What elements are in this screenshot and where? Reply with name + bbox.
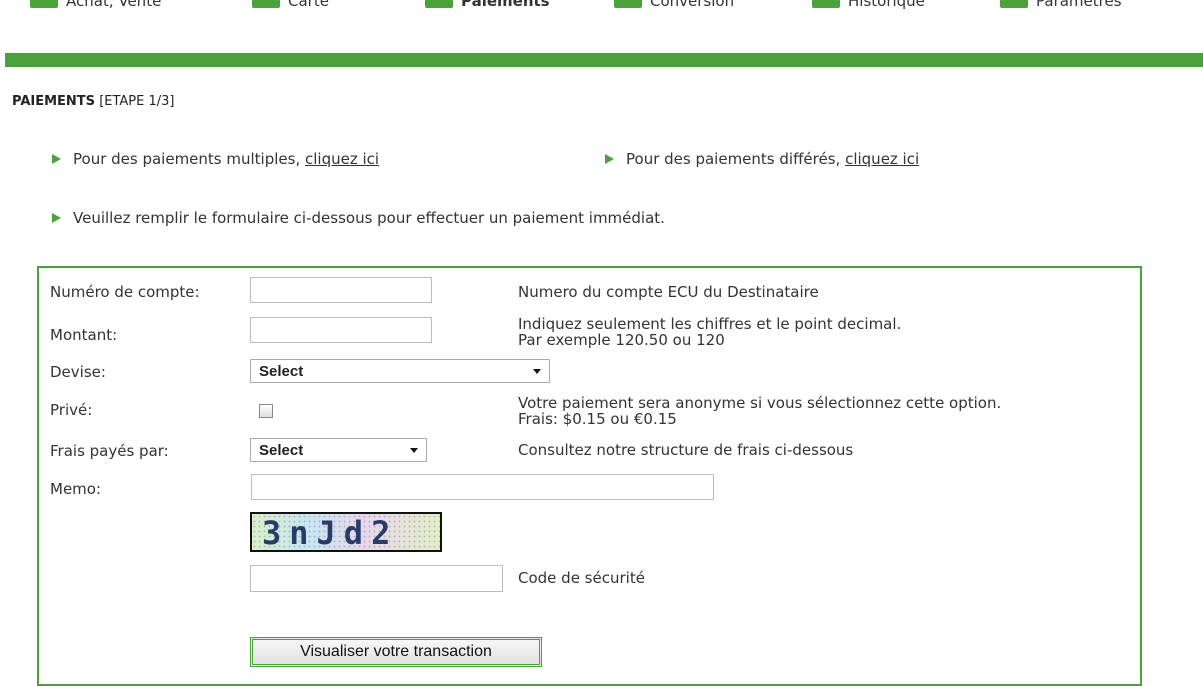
nav-item-conversion[interactable]: Conversion [614,0,734,11]
fees-help: Consultez notre structure de frais ci-de… [518,441,854,459]
memo-input[interactable] [251,474,714,500]
fees-paid-by-label: Frais payés par: [50,442,169,460]
nav-item-achat-vente[interactable]: Achat, Vente [30,0,161,11]
header-divider-bar [5,53,1203,67]
multiple-payments-bullet: Pour des paiements multiples, cliquez ic… [52,150,379,168]
triangle-bullet-icon [52,213,61,223]
captcha-image: 3nJd2 [250,512,442,552]
nav-icon [425,0,453,8]
amount-help-line-1: Indiquez seulement les chiffres et le po… [518,315,902,333]
private-label: Privé: [50,401,93,419]
nav-icon [812,0,840,8]
chevron-down-icon [533,368,541,374]
amount-help-line-2: Par exemple 120.50 ou 120 [518,331,725,349]
nav-label: Achat, Vente [66,0,162,10]
account-number-input[interactable] [250,277,432,303]
account-number-help: Numero du compte ECU du Destinataire [518,283,819,301]
amount-label: Montant: [50,326,118,344]
nav-item-parametres[interactable]: Paramètres [1000,0,1122,11]
multiple-payments-link[interactable]: cliquez ici [305,150,379,168]
nav-label: Conversion [650,0,735,10]
nav-item-carte[interactable]: Carte [252,0,329,11]
captcha-text: 3nJd2 [262,514,399,552]
deferred-payments-link[interactable]: cliquez ici [845,150,919,168]
preview-transaction-button[interactable]: Visualiser votre transaction [250,637,542,667]
instruction-text: Veuillez remplir le formulaire ci-dessou… [73,209,665,227]
triangle-bullet-icon [52,154,61,164]
fees-select-value: Select [259,441,304,459]
private-checkbox[interactable] [259,404,273,418]
triangle-bullet-icon [605,154,614,164]
multiple-payments-text: Pour des paiements multiples, [73,150,301,168]
private-help-line-1: Votre paiement sera anonyme si vous séle… [518,394,1002,412]
chevron-down-icon [410,447,418,453]
currency-select-value: Select [259,362,304,380]
nav-label: Paramètres [1036,0,1122,10]
nav-item-historique[interactable]: Historique [812,0,925,11]
deferred-payments-text: Pour des paiements différés, [626,150,841,168]
page-title: PAIEMENTS [ETAPE 1/3] [12,94,174,109]
nav-label: Carte [288,0,329,10]
nav-icon [252,0,280,8]
top-navigation: Achat, Vente Carte Paiements Conversion … [0,0,1203,22]
deferred-payments-bullet: Pour des paiements différés, cliquez ici [605,150,919,168]
page-title-text: PAIEMENTS [12,94,96,109]
amount-input[interactable] [250,317,432,343]
step-indicator: [ETAPE 1/3] [99,94,175,109]
private-help-line-2: Frais: $0.15 ou €0.15 [518,410,677,428]
security-code-label: Code de sécurité [518,569,645,587]
account-number-label: Numéro de compte: [50,283,200,301]
currency-label: Devise: [50,363,106,381]
preview-transaction-label: Visualiser votre transaction [300,643,492,660]
memo-label: Memo: [50,480,102,498]
nav-item-paiements[interactable]: Paiements [425,0,550,11]
nav-label: Paiements [461,0,550,10]
security-code-input[interactable] [250,565,503,592]
nav-icon [30,0,58,8]
nav-icon [1000,0,1028,8]
fees-paid-by-select[interactable]: Select [250,438,427,462]
nav-icon [614,0,642,8]
instruction-bullet: Veuillez remplir le formulaire ci-dessou… [52,209,665,227]
currency-select[interactable]: Select [250,359,550,383]
nav-label: Historique [848,0,925,10]
